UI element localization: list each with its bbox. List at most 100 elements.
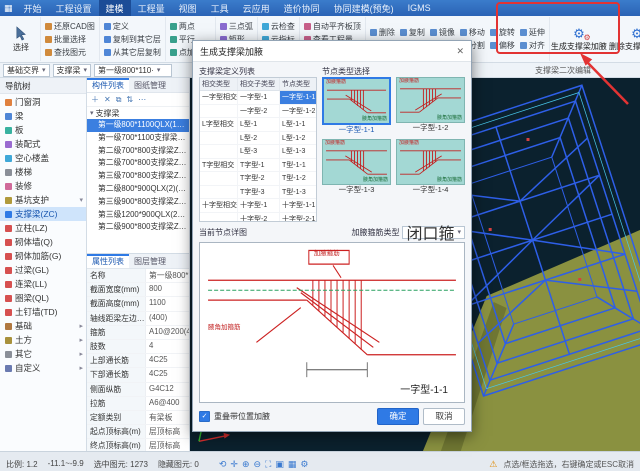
nav-tree-item[interactable]: 自定义 ▸ xyxy=(0,361,86,375)
element-type-select[interactable]: 支撑梁▾ xyxy=(53,64,92,77)
property-row[interactable]: 上部通长筋 4C25 xyxy=(87,354,189,368)
nav-tree-item[interactable]: 土钉墙(TD) xyxy=(0,305,86,319)
property-row[interactable]: 截面宽度(mm) 800 xyxy=(87,283,189,297)
node-type-card[interactable]: 加腋箍筋 腋角加箍筋 一字型-1-3 xyxy=(322,139,391,195)
nav-tree-item[interactable]: 其它 ▸ xyxy=(0,347,86,361)
generate-haunch-button[interactable]: ⚙⚙ 生成支撑梁加腋 xyxy=(550,17,608,61)
node-type-card[interactable]: 加腋箍筋 腋角加箍筋 一字型-1-1 xyxy=(322,77,391,135)
ribbon-mini-button[interactable]: 查找图元 xyxy=(45,46,95,58)
table-row[interactable]: 十字型-2 十字型-2-1 xyxy=(200,213,316,223)
modify-tool-button[interactable]: 镜像 xyxy=(430,27,455,39)
ribbon-mini-button[interactable]: 复制到其它层 xyxy=(104,33,161,45)
overlap-checkbox[interactable]: ✓ xyxy=(199,411,210,422)
component-item[interactable]: 第三级700*800支撑梁ZCX(2) <62> xyxy=(87,170,189,183)
property-row[interactable]: 终点顶标高(m) 层顶标高 xyxy=(87,439,189,451)
ribbon-mini-button[interactable]: 自动平齐板顶 xyxy=(304,20,361,32)
table-row[interactable]: T字型-2 T型-1-2 xyxy=(200,172,316,186)
menu-tab[interactable]: 协同建模(预免) xyxy=(327,0,401,16)
nav-tree-item[interactable]: 连梁(LL) xyxy=(0,277,86,291)
property-row[interactable]: 拉筋 A6@400 xyxy=(87,397,189,411)
nav-tree-item[interactable]: 楼梯 xyxy=(0,165,86,179)
settings-icon[interactable]: ⚙ xyxy=(300,460,308,469)
component-item[interactable]: 第二级900*800支撑梁ZCX(2) <9> xyxy=(87,221,189,234)
ribbon-mini-button[interactable]: 两点 xyxy=(170,20,211,32)
node-type-card[interactable]: 加腋箍筋 腋角加箍筋 一字型-1-2 xyxy=(396,77,465,135)
menu-tab[interactable]: 工程设置 xyxy=(49,0,99,16)
table-row[interactable]: 十字型相交 十字型-1 十字型-1-1 xyxy=(200,199,316,213)
property-row[interactable]: 箍筋 A10@200(4) xyxy=(87,326,189,340)
delete-component-icon[interactable]: ✕ xyxy=(104,96,111,104)
tree-group-header[interactable]: ▾支撑梁 xyxy=(87,107,189,119)
nav-tree-item[interactable]: 基坑支护 ▾ xyxy=(0,193,86,207)
table-row[interactable]: T字型-3 T型-1-3 xyxy=(200,186,316,200)
component-item[interactable]: 第二级700*800支撑梁ZCX(2) <82> xyxy=(87,157,189,170)
panel-tab[interactable]: 构件列表 xyxy=(87,78,129,92)
panel-tab[interactable]: 图纸管理 xyxy=(129,78,171,92)
ribbon-mini-button[interactable]: 云检查 xyxy=(262,20,295,32)
nav-tree-item[interactable]: 装配式 xyxy=(0,137,86,151)
ribbon-mini-button[interactable]: 批量选择 xyxy=(45,33,95,45)
nav-tree-item[interactable]: 土方 ▸ xyxy=(0,333,86,347)
new-component-icon[interactable]: ＋ xyxy=(91,96,99,104)
ribbon-mini-button[interactable]: 定义 xyxy=(104,20,161,32)
menu-tab[interactable]: 工程量 xyxy=(131,0,172,16)
close-icon[interactable]: ✕ xyxy=(456,46,464,57)
menu-tab[interactable]: 视图 xyxy=(172,0,204,16)
element-name-select[interactable]: 第一级800*110·▾ xyxy=(94,64,172,77)
nav-tree-item[interactable]: 砌体墙(Q) xyxy=(0,235,86,249)
nav-tree-item[interactable]: 板 xyxy=(0,123,86,137)
modify-tool-button[interactable]: 旋转 xyxy=(490,27,515,39)
ribbon-mini-button[interactable]: 三点弧 xyxy=(220,20,253,32)
more-icon[interactable]: ⋯ xyxy=(138,96,146,104)
component-item[interactable]: 第二级800*900QLX(2)(1) <120> xyxy=(87,183,189,196)
menu-tab[interactable]: 开始 xyxy=(17,0,49,16)
table-row[interactable]: 一字型-2 一字型-1-2 xyxy=(200,105,316,119)
property-row[interactable]: 定额类别 有梁板 xyxy=(87,411,189,425)
select-button[interactable]: 选择 xyxy=(6,26,36,53)
property-row[interactable]: 名称 第一级800*1100QLX xyxy=(87,269,189,283)
property-row[interactable]: 肢数 4 xyxy=(87,340,189,354)
fit-view-icon[interactable]: ⛶ xyxy=(265,460,271,469)
table-row[interactable]: L型-2 L型-1-2 xyxy=(200,132,316,146)
table-row[interactable]: T字型相交 T字型-1 T型-1-1 xyxy=(200,159,316,173)
node-type-card[interactable]: 加腋箍筋 腋角加箍筋 一字型-1-4 xyxy=(396,139,465,195)
menu-tab[interactable]: 造价协同 xyxy=(277,0,327,16)
table-row[interactable]: L字型相交 L型-1 L型-1-1 xyxy=(200,118,316,132)
table-row[interactable]: L型-3 L型-1-3 xyxy=(200,145,316,159)
nav-tree-item[interactable]: 圈梁(QL) xyxy=(0,291,86,305)
property-row[interactable]: 截面高度(mm) 1100 xyxy=(87,297,189,311)
component-item[interactable]: 第三级900*800支撑梁ZCX(2) <14> xyxy=(87,196,189,209)
component-item[interactable]: 第二级700*800支撑梁ZCX(2) <2> xyxy=(87,145,189,158)
component-item[interactable]: 第一级700*1100支撑梁ZQL1 <243> xyxy=(87,132,189,145)
nav-tree-item[interactable]: 装修 xyxy=(0,179,86,193)
ribbon-mini-button[interactable]: 还原CAD图 xyxy=(45,20,95,32)
nav-tree-item[interactable]: 立柱(LZ) xyxy=(0,221,86,235)
nav-tree-item[interactable]: 基础 ▸ xyxy=(0,319,86,333)
sort-icon[interactable]: ⇅ xyxy=(126,96,133,104)
orbit-icon[interactable]: ⟲ xyxy=(219,460,227,469)
panel-tab[interactable]: 属性列表 xyxy=(87,254,129,268)
ok-button[interactable]: 确定 xyxy=(377,408,419,425)
zoom-in-icon[interactable]: ⊕ xyxy=(242,460,250,469)
panel-tab[interactable]: 图层管理 xyxy=(129,254,171,268)
modify-tool-button[interactable]: 对齐 xyxy=(520,40,545,52)
cube-view-icon[interactable]: ▣ xyxy=(275,460,284,469)
layers-icon[interactable]: ▦ xyxy=(288,460,297,469)
table-row[interactable]: 一字型相交 一字型-1 一字型-1-1 xyxy=(200,91,316,105)
modify-tool-button[interactable]: 复制 xyxy=(400,27,425,39)
modify-tool-button[interactable]: 延伸 xyxy=(520,27,545,39)
stirrup-type-select[interactable]: 闭口箍▾ xyxy=(402,226,465,239)
ribbon-mini-button[interactable]: 从其它层复制 xyxy=(104,46,161,58)
copy-component-icon[interactable]: ⧉ xyxy=(116,96,122,104)
dialog-title-bar[interactable]: 生成支撑梁加腋 ✕ xyxy=(193,41,471,62)
zoom-out-icon[interactable]: ⊖ xyxy=(253,460,261,469)
component-item[interactable]: 第一级800*1100QLX(1)(1) <32> xyxy=(87,119,189,132)
property-row[interactable]: 侧面纵筋 G4C12 xyxy=(87,383,189,397)
modify-tool-button[interactable]: 偏移 xyxy=(490,40,515,52)
nav-tree-item[interactable]: 过梁(GL) xyxy=(0,263,86,277)
modify-tool-button[interactable]: 删除 xyxy=(370,27,395,39)
property-row[interactable]: 下部通长筋 4C25 xyxy=(87,368,189,382)
delete-haunch-button[interactable]: ⚙✕ 删除支撑梁加腋 xyxy=(608,17,640,61)
floor-select[interactable]: 基础交界▾ xyxy=(3,64,50,77)
menu-tab[interactable]: 工具 xyxy=(204,0,236,16)
